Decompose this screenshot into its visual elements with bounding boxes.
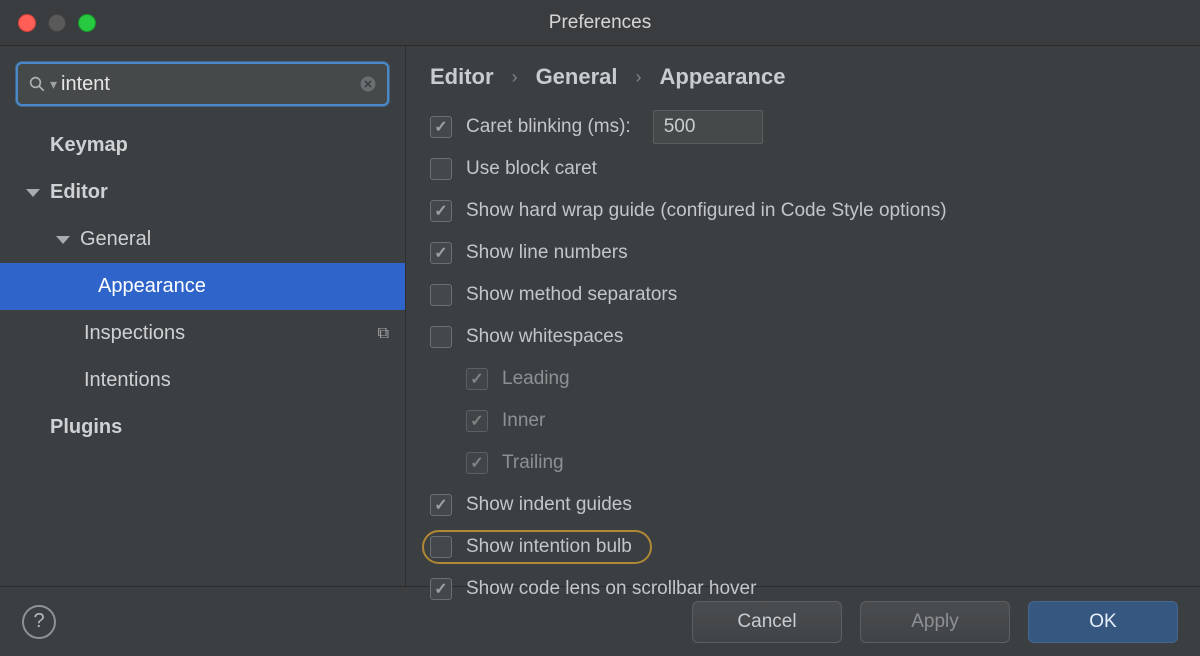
breadcrumb-item: Appearance [660, 64, 786, 90]
sidebar-item-keymap[interactable]: Keymap [0, 122, 405, 169]
option-label: Show line numbers [466, 242, 628, 264]
apply-button[interactable]: Apply [860, 601, 1010, 643]
checkbox[interactable] [466, 452, 488, 474]
option-label: Caret blinking (ms): [466, 116, 631, 138]
sidebar-item-plugins[interactable]: Plugins [0, 404, 405, 451]
checkbox[interactable] [466, 410, 488, 432]
search-icon [28, 75, 46, 93]
sidebar-item-label: Plugins [50, 416, 122, 439]
minimize-window-button[interactable] [48, 14, 66, 32]
help-button[interactable]: ? [22, 605, 56, 639]
options-list: Caret blinking (ms): 500 Use block caret… [406, 98, 1200, 618]
checkbox[interactable] [430, 200, 452, 222]
option-leading: Leading [430, 364, 1176, 394]
sidebar-item-label: General [80, 228, 151, 251]
checkbox[interactable] [430, 578, 452, 600]
content-area: ▾ Keymap Editor General Appearance Ins [0, 46, 1200, 586]
option-caret-blinking: Caret blinking (ms): 500 [430, 112, 1176, 142]
sidebar-item-label: Keymap [50, 134, 128, 157]
window-title: Preferences [549, 12, 651, 34]
option-show-whitespaces: Show whitespaces [430, 322, 1176, 352]
help-icon: ? [33, 610, 44, 633]
option-inner: Inner [430, 406, 1176, 436]
option-line-numbers: Show line numbers [430, 238, 1176, 268]
chevron-right-icon: › [636, 67, 642, 88]
sidebar-item-label: Intentions [84, 369, 171, 392]
checkbox[interactable] [430, 158, 452, 180]
option-label: Inner [502, 410, 545, 432]
window-controls [18, 14, 96, 32]
maximize-window-button[interactable] [78, 14, 96, 32]
option-label: Use block caret [466, 158, 597, 180]
search-options-icon[interactable]: ▾ [50, 76, 57, 93]
option-label: Show method separators [466, 284, 677, 306]
sidebar-item-label: Inspections [84, 322, 185, 345]
option-method-separators: Show method separators [430, 280, 1176, 310]
ok-button[interactable]: OK [1028, 601, 1178, 643]
option-label: Trailing [502, 452, 564, 474]
option-intention-bulb: Show intention bulb [430, 532, 1176, 562]
checkbox[interactable] [430, 494, 452, 516]
chevron-right-icon: › [512, 67, 518, 88]
checkbox[interactable] [430, 284, 452, 306]
chevron-down-icon[interactable] [56, 236, 70, 244]
option-label: Show hard wrap guide (configured in Code… [466, 200, 947, 222]
checkbox[interactable] [430, 242, 452, 264]
checkbox[interactable] [430, 326, 452, 348]
chevron-down-icon[interactable] [26, 189, 40, 197]
option-label: Show code lens on scrollbar hover [466, 578, 756, 600]
settings-tree: Keymap Editor General Appearance Inspect… [0, 118, 405, 451]
highlight-ring: Show intention bulb [422, 530, 652, 564]
option-label: Show intention bulb [466, 536, 632, 558]
breadcrumb: Editor › General › Appearance [406, 46, 1200, 98]
option-label: Leading [502, 368, 570, 390]
sidebar-item-label: Appearance [98, 275, 206, 298]
option-code-lens: Show code lens on scrollbar hover [430, 574, 1176, 604]
sidebar-item-intentions[interactable]: Intentions [0, 357, 405, 404]
search-input[interactable] [61, 73, 359, 96]
option-label: Show whitespaces [466, 326, 623, 348]
caret-blinking-input[interactable]: 500 [653, 110, 763, 144]
checkbox[interactable] [466, 368, 488, 390]
option-indent-guides: Show indent guides [430, 490, 1176, 520]
sidebar: ▾ Keymap Editor General Appearance Ins [0, 46, 406, 586]
sidebar-item-inspections[interactable]: Inspections ⧉ [0, 310, 405, 357]
main-panel: Editor › General › Appearance Caret blin… [406, 46, 1200, 586]
option-trailing: Trailing [430, 448, 1176, 478]
sidebar-item-label: Editor [50, 181, 108, 204]
breadcrumb-item[interactable]: General [536, 64, 618, 90]
checkbox[interactable] [430, 536, 452, 558]
option-use-block-caret: Use block caret [430, 154, 1176, 184]
breadcrumb-item[interactable]: Editor [430, 64, 494, 90]
copy-scheme-icon[interactable]: ⧉ [378, 325, 389, 343]
checkbox[interactable] [430, 116, 452, 138]
titlebar: Preferences [0, 0, 1200, 46]
close-window-button[interactable] [18, 14, 36, 32]
sidebar-item-editor[interactable]: Editor [0, 169, 405, 216]
option-label: Show indent guides [466, 494, 632, 516]
cancel-button[interactable]: Cancel [692, 601, 842, 643]
sidebar-item-appearance[interactable]: Appearance [0, 263, 405, 310]
clear-search-icon[interactable] [359, 75, 377, 93]
option-hard-wrap-guide: Show hard wrap guide (configured in Code… [430, 196, 1176, 226]
search-field[interactable]: ▾ [16, 62, 389, 106]
sidebar-item-general[interactable]: General [0, 216, 405, 263]
